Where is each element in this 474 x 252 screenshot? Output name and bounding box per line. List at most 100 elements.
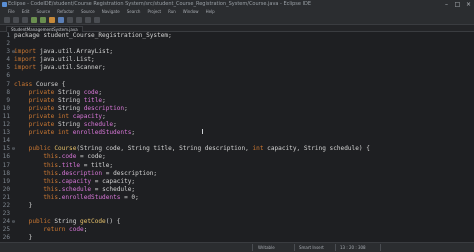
code-token: class <box>14 80 37 88</box>
code-line[interactable]: 25 return code; <box>0 226 474 234</box>
code-line[interactable]: 15 ⊖ public Course(String code, String ti… <box>0 145 474 153</box>
code-token: String <box>58 88 84 96</box>
eclipse-logo-icon <box>2 2 7 7</box>
code-area[interactable]: 1 package student_Course_Registration_Sys… <box>0 32 474 242</box>
title-bar: Eclipse - CodeIDE/student/Course Registr… <box>0 0 474 9</box>
status-cursor-position: 13 : 20 : 308 <box>340 245 366 250</box>
back-icon[interactable] <box>85 16 91 23</box>
code-token: description <box>61 169 103 177</box>
code-token: = schedule; <box>91 185 136 193</box>
code-line[interactable]: 8 private String code; <box>0 89 474 97</box>
open-type-icon[interactable] <box>67 16 73 23</box>
code-line[interactable]: 11 private int capacity; <box>0 113 474 121</box>
minimize-icon[interactable]: – <box>443 0 450 9</box>
fold-toggle-icon[interactable]: ⊖ <box>12 218 15 226</box>
line-number: 4 <box>6 56 10 64</box>
debug-icon[interactable] <box>31 16 37 23</box>
code-token: private <box>14 88 59 96</box>
code-token: this <box>14 177 59 185</box>
code-token: private <box>14 104 59 112</box>
line-number: 5 <box>6 64 10 72</box>
code-line[interactable]: 4 import java.util.List; <box>0 56 474 64</box>
code-token: title <box>61 161 81 169</box>
code-token: description <box>83 104 125 112</box>
line-number: 24 <box>2 218 10 226</box>
code-line[interactable]: 9 private String title; <box>0 97 474 105</box>
search-icon[interactable] <box>76 16 82 23</box>
status-insert-mode: Smart Insert <box>299 245 324 250</box>
code-token: int <box>252 145 268 153</box>
code-token: public <box>14 145 55 153</box>
fold-toggle-icon[interactable]: ⊖ <box>12 48 15 56</box>
external-tools-icon[interactable] <box>49 16 55 23</box>
status-bar: Writable Smart Insert 13 : 20 : 308 <box>0 242 474 252</box>
code-token: ; <box>102 112 106 120</box>
line-number: 21 <box>2 193 10 201</box>
code-token: ; <box>102 96 106 104</box>
code-token: = code; <box>76 153 106 161</box>
code-token: capacity <box>61 177 92 185</box>
code-token: code <box>69 226 84 234</box>
code-token: ; <box>124 104 128 112</box>
new-java-class-icon[interactable] <box>58 16 64 23</box>
line-number: 3 <box>6 48 10 56</box>
line-number: 7 <box>6 80 10 88</box>
code-line[interactable]: 23 <box>0 210 474 218</box>
fold-toggle-icon[interactable]: ⊖ <box>12 145 15 153</box>
code-line[interactable]: 17 this.title = title; <box>0 162 474 170</box>
code-token: public <box>14 218 55 226</box>
code-token: schedule <box>83 121 114 129</box>
text-cursor <box>202 129 203 134</box>
run-icon[interactable] <box>40 16 46 23</box>
new-file-icon[interactable] <box>4 16 10 23</box>
code-token: java.util.Scanner; <box>39 64 106 72</box>
code-token: private int <box>14 129 73 137</box>
code-line[interactable]: 20 this.schedule = schedule; <box>0 186 474 194</box>
code-token: String <box>58 104 84 112</box>
code-token: String <box>58 121 84 129</box>
code-line[interactable]: 2 <box>0 40 474 48</box>
toolbar <box>0 15 474 25</box>
code-token: import <box>14 64 40 72</box>
code-line[interactable]: 12 private String schedule; <box>0 121 474 129</box>
code-line[interactable]: 13 private int enrolledStudents; <box>0 129 474 137</box>
code-line[interactable]: 24 ⊖ public String getCode() { <box>0 218 474 226</box>
maximize-icon[interactable]: □ <box>454 0 461 9</box>
code-token: ; <box>113 121 117 129</box>
code-line[interactable]: 1 package student_Course_Registration_Sys… <box>0 32 474 40</box>
line-number: 17 <box>2 161 10 169</box>
code-editor[interactable]: 1 package student_Course_Registration_Sys… <box>0 32 474 242</box>
code-token: private <box>14 121 59 129</box>
code-line[interactable]: 6 <box>0 72 474 80</box>
save-icon[interactable] <box>13 16 19 23</box>
line-number: 9 <box>6 96 10 104</box>
code-line[interactable]: 3 ⊖ import java.util.ArrayList; <box>0 48 474 56</box>
line-number: 20 <box>2 185 10 193</box>
code-line[interactable]: 22 } <box>0 202 474 210</box>
code-token: = title; <box>80 161 114 169</box>
code-token: ; <box>131 129 136 137</box>
line-number: 26 <box>2 234 10 242</box>
forward-icon[interactable] <box>94 16 100 23</box>
code-line[interactable]: 16 this.code = code; <box>0 153 474 161</box>
code-token: package student_Course_Registration_Syst… <box>14 32 172 39</box>
code-token: Course { <box>36 80 66 88</box>
print-icon[interactable] <box>22 16 28 23</box>
code-line[interactable]: 5 import java.util.Scanner; <box>0 64 474 72</box>
code-token: title <box>83 96 103 104</box>
line-number: 1 <box>6 32 10 39</box>
code-token: java.util.List; <box>39 56 95 64</box>
line-number: 2 <box>6 40 10 48</box>
code-line[interactable]: 10 private String description; <box>0 105 474 113</box>
code-token: enrolledStudents <box>72 129 132 137</box>
code-token: private int <box>14 112 73 120</box>
code-line[interactable]: 21 this.enrolledStudents = 0; <box>0 194 474 202</box>
code-line[interactable]: 7 class Course { <box>0 81 474 89</box>
code-line[interactable]: 19 this.capacity = capacity; <box>0 178 474 186</box>
code-line[interactable]: 18 this.description = description; <box>0 170 474 178</box>
line-number: 12 <box>2 121 10 129</box>
code-line[interactable]: 26 } <box>0 234 474 242</box>
code-line[interactable]: 14 <box>0 137 474 145</box>
line-number: 15 <box>2 145 10 153</box>
close-icon[interactable]: × <box>465 0 472 9</box>
